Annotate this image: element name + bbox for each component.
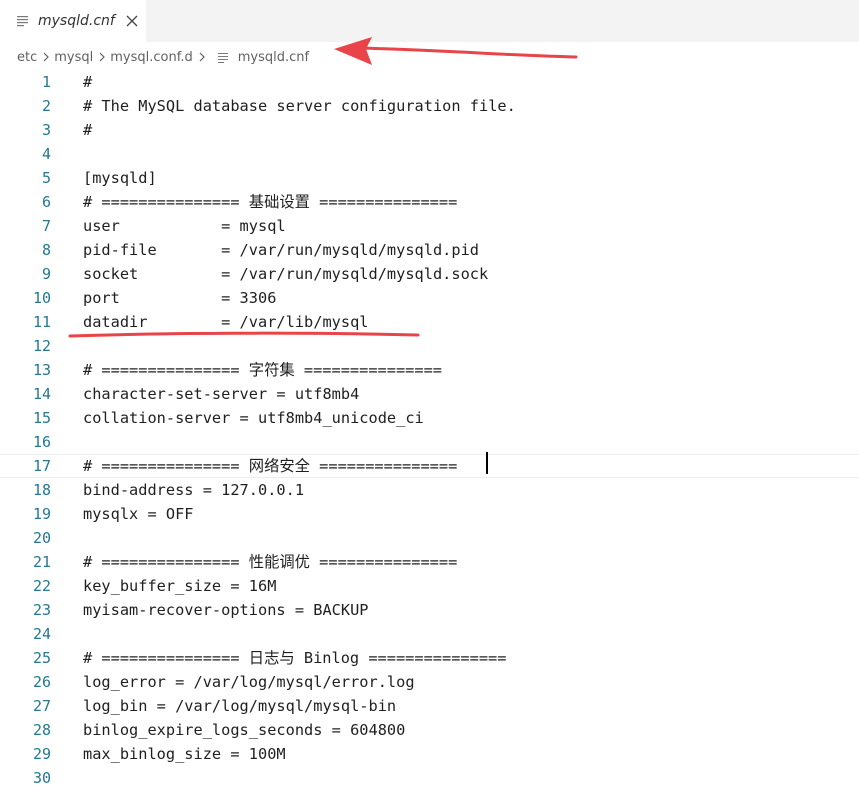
line-number: 11	[32, 313, 51, 331]
code-line[interactable]: 5 [mysqld]	[0, 166, 859, 190]
code-text: myisam-recover-options = BACKUP	[83, 601, 369, 619]
lines-file-icon	[217, 52, 228, 63]
line-number: 17	[32, 457, 51, 475]
line-number: 14	[32, 385, 51, 403]
line-number: 27	[32, 697, 51, 715]
line-number: 4	[41, 145, 51, 163]
code-line[interactable]: 29 max_binlog_size = 100M	[0, 742, 859, 766]
code-line[interactable]: 10 port = 3306	[0, 286, 859, 310]
code-line[interactable]: 28 binlog_expire_logs_seconds = 604800	[0, 718, 859, 742]
code-text: bind-address = 127.0.0.1	[83, 481, 305, 499]
close-icon[interactable]	[125, 14, 139, 28]
code-text: # =============== 基础设置 ===============	[83, 193, 458, 211]
code-line[interactable]: 27 log_bin = /var/log/mysql/mysql-bin	[0, 694, 859, 718]
tab-mysqld-cnf[interactable]: mysqld.cnf	[0, 0, 146, 42]
line-number: 2	[41, 97, 51, 115]
line-number: 19	[32, 505, 51, 523]
line-number: 20	[32, 529, 51, 547]
code-text: user = mysql	[83, 217, 286, 235]
code-text: max_binlog_size = 100M	[83, 745, 286, 763]
code-text: port = 3306	[83, 289, 277, 307]
code-line[interactable]: 16	[0, 430, 859, 454]
code-text: binlog_expire_logs_seconds = 604800	[83, 721, 406, 739]
code-line[interactable]: 26 log_error = /var/log/mysql/error.log	[0, 670, 859, 694]
code-line[interactable]: 24	[0, 622, 859, 646]
code-line[interactable]: 8 pid-file = /var/run/mysqld/mysqld.pid	[0, 238, 859, 262]
code-line[interactable]: 20	[0, 526, 859, 550]
line-number: 29	[32, 745, 51, 763]
line-number: 6	[41, 193, 51, 211]
line-number: 22	[32, 577, 51, 595]
code-editor[interactable]: 1 #2 # The MySQL database server configura…	[0, 70, 859, 790]
code-line[interactable]: 15 collation-server = utf8mb4_unicode_ci	[0, 406, 859, 430]
code-text: # The MySQL database server configuratio…	[83, 97, 516, 115]
code-text: #	[83, 73, 93, 91]
line-number: 5	[41, 169, 51, 187]
red-underline-annotation	[68, 331, 420, 338]
red-arrow-annotation	[334, 37, 578, 65]
code-line[interactable]: 23 myisam-recover-options = BACKUP	[0, 598, 859, 622]
line-number: 1	[41, 73, 51, 91]
line-number: 13	[32, 361, 51, 379]
line-number: 15	[32, 409, 51, 427]
code-line[interactable]: 6 # =============== 基础设置 ===============	[0, 190, 859, 214]
breadcrumb-item-mysql[interactable]: mysql	[54, 50, 93, 65]
breadcrumb-item-mysql-conf-d[interactable]: mysql.conf.d	[110, 50, 192, 65]
line-number: 8	[41, 241, 51, 259]
code-line[interactable]: 25 # =============== 日志与 Binlog =========…	[0, 646, 859, 670]
line-number: 18	[32, 481, 51, 499]
code-line[interactable]: 17 # =============== 网络安全 ===============	[0, 454, 859, 478]
code-text: pid-file = /var/run/mysqld/mysqld.pid	[83, 241, 480, 259]
code-line[interactable]: 14 character-set-server = utf8mb4	[0, 382, 859, 406]
breadcrumb-item-mysqld-cnf[interactable]: mysqld.cnf	[238, 50, 309, 65]
chevron-right-icon	[99, 52, 106, 62]
line-number: 16	[32, 433, 51, 451]
code-text: mysqlx = OFF	[83, 505, 194, 523]
code-line[interactable]: 19 mysqlx = OFF	[0, 502, 859, 526]
line-number: 12	[32, 337, 51, 355]
line-number: 25	[32, 649, 51, 667]
code-text: character-set-server = utf8mb4	[83, 385, 360, 403]
tab-label: mysqld.cnf	[38, 13, 115, 29]
code-line[interactable]: 22 key_buffer_size = 16M	[0, 574, 859, 598]
code-line[interactable]: 7 user = mysql	[0, 214, 859, 238]
code-text: collation-server = utf8mb4_unicode_ci	[83, 409, 424, 427]
text-cursor	[486, 452, 488, 474]
code-line[interactable]: 18 bind-address = 127.0.0.1	[0, 478, 859, 502]
code-line[interactable]: 21 # =============== 性能调优 ===============	[0, 550, 859, 574]
code-text: # =============== 性能调优 ===============	[83, 553, 458, 571]
code-line[interactable]: 4	[0, 142, 859, 166]
code-line[interactable]: 1 #	[0, 70, 859, 94]
line-number: 3	[41, 121, 51, 139]
code-line[interactable]: 3 #	[0, 118, 859, 142]
code-text: # =============== 网络安全 ===============	[83, 457, 458, 475]
code-text: socket = /var/run/mysqld/mysqld.sock	[83, 265, 489, 283]
breadcrumb-item-etc[interactable]: etc	[17, 50, 37, 65]
line-number: 26	[32, 673, 51, 691]
code-line[interactable]: 13 # =============== 字符集 ===============	[0, 358, 859, 382]
line-number: 24	[32, 625, 51, 643]
line-number: 23	[32, 601, 51, 619]
breadcrumb: etc mysql mysql.conf.d mysqld.cnf	[17, 46, 309, 68]
lines-file-icon	[17, 16, 28, 27]
code-text: #	[83, 121, 93, 139]
code-text: # =============== 日志与 Binlog ===========…	[83, 649, 507, 667]
line-number: 30	[32, 769, 51, 787]
code-text: log_error = /var/log/mysql/error.log	[83, 673, 415, 691]
line-number: 28	[32, 721, 51, 739]
code-line[interactable]: 2 # The MySQL database server configurati…	[0, 94, 859, 118]
chevron-right-icon	[43, 52, 50, 62]
line-number: 7	[41, 217, 51, 235]
code-line[interactable]: 9 socket = /var/run/mysqld/mysqld.sock	[0, 262, 859, 286]
code-text: # =============== 字符集 ===============	[83, 361, 443, 379]
line-number: 21	[32, 553, 51, 571]
code-text: [mysqld]	[83, 169, 157, 187]
code-text: key_buffer_size = 16M	[83, 577, 277, 595]
code-text: log_bin = /var/log/mysql/mysql-bin	[83, 697, 397, 715]
chevron-right-icon	[199, 52, 205, 62]
line-number: 9	[41, 265, 51, 283]
line-number: 10	[32, 289, 51, 307]
code-line[interactable]: 30	[0, 766, 859, 790]
